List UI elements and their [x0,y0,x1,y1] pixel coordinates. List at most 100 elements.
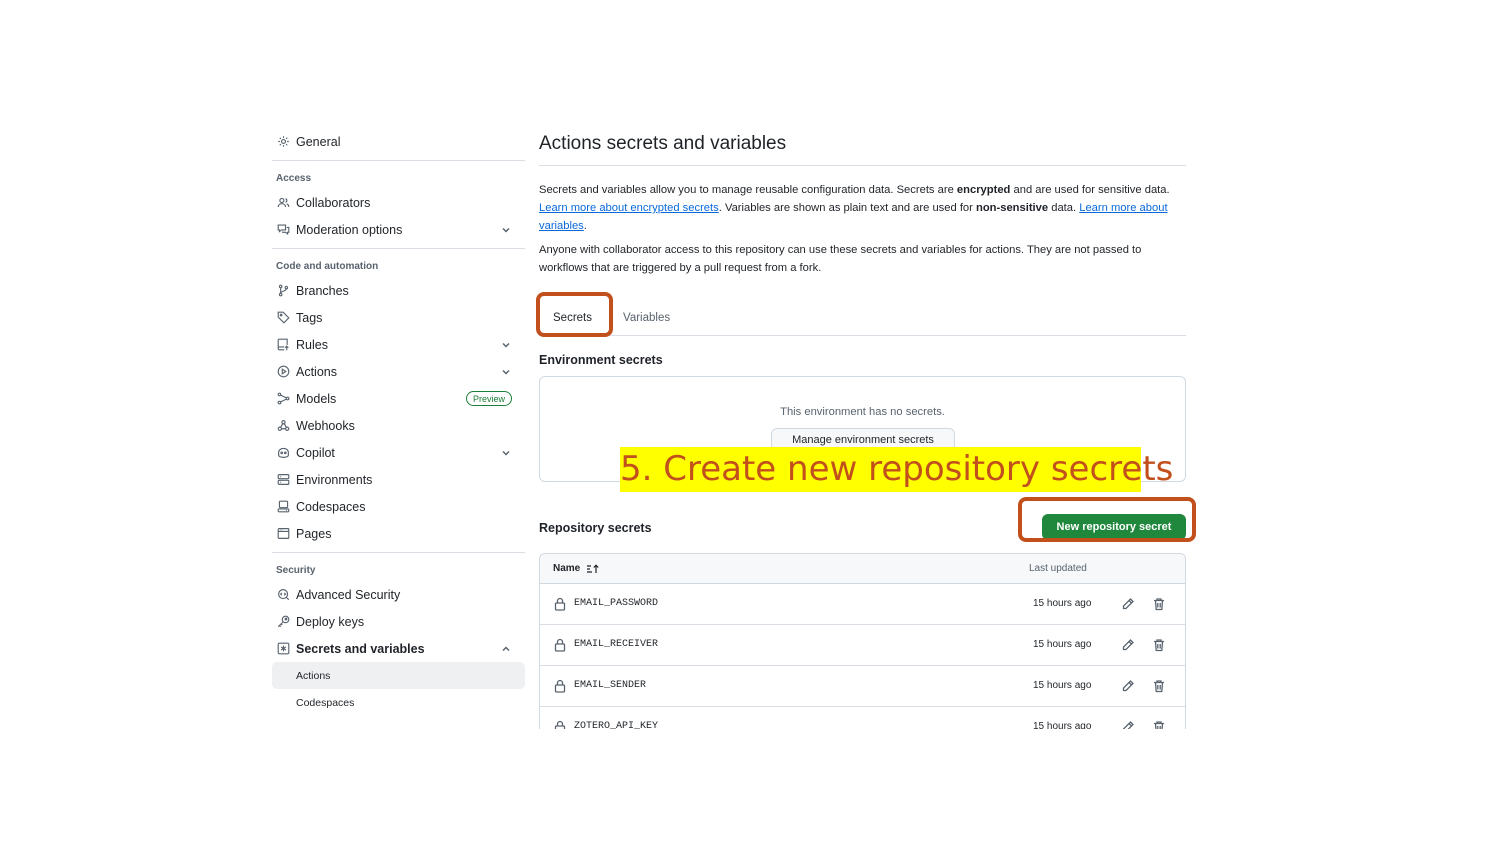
sidebar-item-models[interactable]: Models Preview [272,385,525,412]
table-row: EMAIL_SENDER 15 hours ago [540,666,1185,707]
secret-updated: 15 hours ago [1033,598,1092,609]
secret-updated: 15 hours ago [1033,680,1092,691]
sidebar-item-label: Advanced Security [296,587,401,602]
pencil-icon[interactable] [1121,597,1135,611]
sidebar-item-collaborators[interactable]: Collaborators [272,189,525,216]
sidebar-item-label: Pages [296,526,332,541]
sidebar-item-rules[interactable]: Rules [272,331,525,358]
trash-icon[interactable] [1152,597,1166,611]
sidebar-item-label: Branches [296,283,349,298]
sidebar-item-branches[interactable]: Branches [272,277,525,304]
play-icon [276,365,290,379]
secrets-variables-tabs: Secrets Variables [539,306,1186,336]
sidebar-item-copilot[interactable]: Copilot [272,439,525,466]
sidebar-item-label: Codespaces [296,499,366,514]
copilot-icon [276,446,290,460]
title-divider [539,165,1186,166]
server-icon [276,473,290,487]
sidebar-divider [272,552,525,553]
sort-ascending-icon [587,563,599,573]
sidebar-subitem-codespaces[interactable]: Codespaces [272,689,525,716]
sidebar-item-actions[interactable]: Actions [272,358,525,385]
environment-empty-text: This environment has no secrets. [780,406,945,418]
sidebar-item-label: Tags [296,310,323,325]
highlight-box-new-secret-button [1018,497,1196,542]
screenshot-crop-edge [260,729,1200,844]
secret-name: EMAIL_SENDER [574,680,647,691]
webhook-icon [276,419,290,433]
models-icon [276,392,290,406]
sidebar-item-label: Moderation options [296,222,403,237]
sidebar-item-label: Rules [296,337,328,352]
sidebar-heading-access: Access [276,172,312,184]
sidebar-heading-code-and-automation: Code and automation [276,260,379,272]
table-row: EMAIL_PASSWORD 15 hours ago [540,584,1185,625]
sidebar-item-pages[interactable]: Pages [272,520,525,547]
chevron-down-icon [501,339,511,349]
secret-updated: 15 hours ago [1033,639,1092,650]
repository-secrets-title: Repository secrets [539,521,652,535]
page-title: Actions secrets and variables [539,133,787,154]
intro-text: . [583,220,587,232]
tab-variables[interactable]: Variables [623,312,670,324]
pencil-icon[interactable] [1121,638,1135,652]
highlight-box-secrets-tab [536,292,613,337]
environment-secrets-title: Environment secrets [539,353,663,367]
intro-bold-encrypted: encrypted [956,184,1011,196]
lock-icon [554,638,566,652]
codescan-icon [276,588,290,602]
preview-badge: Preview [465,391,512,406]
intro-paragraph: Secrets and variables allow you to manag… [539,181,1186,235]
git-branch-icon [276,284,290,298]
chevron-up-icon [501,643,511,653]
column-updated-header: Last updated [1029,563,1087,574]
learn-more-encrypted-secrets-link[interactable]: Learn more about encrypted secrets [539,202,719,214]
instruction-callout: 5. Create new repository secrets [620,447,1173,492]
sidebar-item-label: Secrets and variables [296,641,425,656]
sidebar-item-general[interactable]: General [272,128,525,155]
pencil-icon[interactable] [1121,679,1135,693]
secret-name: EMAIL_PASSWORD [574,598,659,609]
asterisk-icon [276,642,290,656]
tag-icon [276,311,290,325]
intro-text: Secrets and variables allow you to manag… [539,184,957,196]
column-name-header[interactable]: Name [553,563,600,574]
table-row: EMAIL_RECEIVER 15 hours ago [540,625,1185,666]
gear-icon [276,135,290,149]
chevron-down-icon [501,366,511,376]
sidebar-item-label: Webhooks [296,418,355,433]
sidebar-item-webhooks[interactable]: Webhooks [272,412,525,439]
intro-bold-non-sensitive: non-sensitive [976,202,1049,214]
sidebar-subitem-actions[interactable]: Actions [272,662,525,689]
main-content: Actions secrets and variables Secrets an… [539,128,1186,748]
chevron-down-icon [501,447,511,457]
repo-push-icon [276,338,290,352]
intro-text: data. [1048,202,1080,214]
sidebar-item-label: Copilot [296,445,335,460]
intro-text: and are used for sensitive data. [1010,184,1170,196]
sidebar-divider [272,160,525,161]
sidebar-item-advanced-security[interactable]: Advanced Security [272,581,525,608]
chevron-down-icon [501,224,511,234]
column-name-label: Name [553,563,581,574]
access-note: Anyone with collaborator access to this … [539,244,1142,274]
sidebar-item-tags[interactable]: Tags [272,304,525,331]
sidebar-item-secrets-and-variables[interactable]: Secrets and variables [272,635,525,662]
sidebar-item-label: Collaborators [296,195,371,210]
sidebar-item-label: Actions [296,364,337,379]
trash-icon[interactable] [1152,679,1166,693]
repository-secrets-table: Name Last updated EMAIL_PASSWORD 15 hour… [539,553,1186,748]
sidebar-heading-security: Security [276,564,316,576]
intro-text: . Variables are shown as plain text and … [718,202,976,214]
sidebar-item-deploy-keys[interactable]: Deploy keys [272,608,525,635]
lock-icon [554,679,566,693]
lock-icon [554,597,566,611]
table-header: Name Last updated [540,554,1185,584]
sidebar-item-label: Models [296,391,337,406]
trash-icon[interactable] [1152,638,1166,652]
sidebar-item-codespaces[interactable]: Codespaces [272,493,525,520]
sidebar-divider [272,248,525,249]
sidebar-item-moderation-options[interactable]: Moderation options [272,216,525,243]
browser-icon [276,527,290,541]
sidebar-item-environments[interactable]: Environments [272,466,525,493]
